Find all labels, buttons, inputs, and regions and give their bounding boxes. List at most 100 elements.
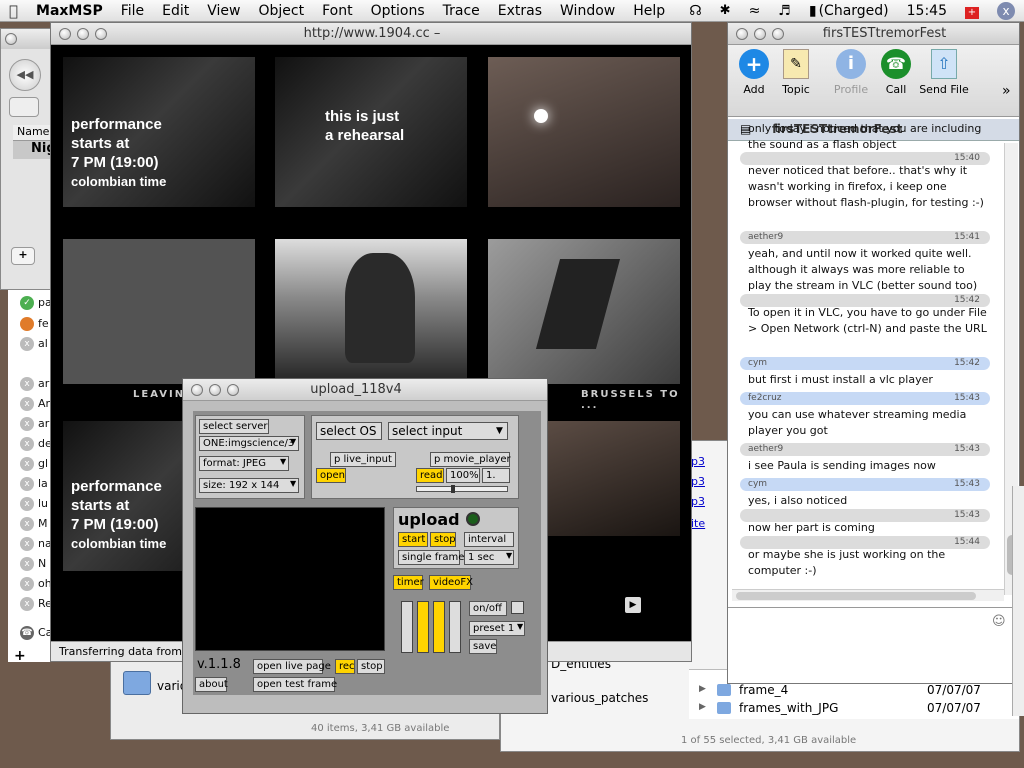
link-item[interactable]: ite — [691, 517, 705, 530]
add-contact-button[interactable]: + — [14, 648, 26, 664]
menu-window[interactable]: Window — [551, 3, 624, 19]
toolbar-overflow-icon[interactable]: » — [1002, 83, 1011, 99]
list-item[interactable]: ar — [38, 377, 49, 390]
menu-help[interactable]: Help — [624, 3, 674, 19]
select-os-button[interactable]: select OS — [316, 422, 382, 440]
format-menu[interactable]: format: JPEG — [199, 456, 289, 471]
link-item[interactable]: p3 — [691, 455, 705, 468]
list-item[interactable]: la — [38, 477, 48, 490]
onoff-toggle[interactable] — [511, 601, 524, 614]
play-button[interactable]: ▶ — [625, 597, 641, 613]
link-item[interactable]: p3 — [691, 475, 705, 488]
disclosure-triangle-icon[interactable]: ▶ — [699, 702, 706, 712]
zoom-button[interactable] — [772, 27, 784, 40]
slider-thumb[interactable] — [451, 485, 455, 493]
video-tile[interactable] — [275, 239, 467, 384]
open-live-page-button[interactable]: open live page — [253, 659, 331, 674]
select-input-menu[interactable]: select input — [388, 422, 508, 440]
stop-button[interactable]: stop — [430, 532, 456, 547]
list-item[interactable]: ar — [38, 417, 49, 430]
minimize-button[interactable] — [209, 383, 221, 396]
file-item[interactable]: various_patches — [551, 691, 648, 705]
close-button[interactable] — [736, 27, 748, 40]
size-menu[interactable]: size: 192 x 144 — [199, 478, 299, 493]
read-button[interactable]: read — [416, 468, 444, 483]
menu-file[interactable]: File — [112, 3, 153, 19]
p-movie-player-object[interactable]: p movie_player — [430, 452, 511, 467]
rate-number[interactable]: 1. — [482, 468, 510, 483]
wifi-icon[interactable]: ≈ — [740, 3, 770, 19]
browser-titlebar[interactable]: http://www.1904.cc – — [51, 23, 691, 45]
topic-button[interactable]: ✎ Topic — [778, 49, 814, 96]
list-item[interactable]: gl — [38, 457, 48, 470]
bluetooth-icon[interactable]: ✱ — [711, 3, 740, 18]
p-live-input-object[interactable]: p live_input — [330, 452, 396, 467]
hscroll-thumb[interactable] — [736, 592, 976, 600]
video-tile[interactable]: performance starts at 7 PM (19:00) colombia… — [63, 57, 255, 207]
playback-slider[interactable] — [416, 485, 508, 493]
list-item[interactable]: Ar — [38, 397, 50, 410]
apple-menu-icon[interactable]:  — [0, 2, 27, 20]
menu-edit[interactable]: Edit — [153, 3, 198, 19]
video-tile[interactable]: this is just a rehearsal — [275, 57, 467, 207]
battery-status[interactable]: (Charged) — [819, 3, 898, 19]
user-icon[interactable]: x — [988, 1, 1024, 20]
add-button[interactable]: + — [11, 247, 35, 265]
table-row[interactable]: ▶ frames_with_JPG 07/07/07 — [689, 700, 989, 718]
close-button[interactable] — [59, 27, 71, 40]
menu-trace[interactable]: Trace — [434, 3, 489, 19]
about-button[interactable]: about — [195, 677, 228, 692]
volume-icon[interactable]: ♬ — [769, 3, 800, 19]
zoom-button[interactable] — [227, 383, 239, 396]
profile-button[interactable]: i Profile — [828, 49, 874, 96]
menu-app-name[interactable]: MaxMSP — [27, 3, 112, 19]
send-file-button[interactable]: ⇧ Send File — [916, 49, 972, 96]
headphones-icon[interactable]: ☊ — [680, 3, 710, 19]
start-button[interactable]: start — [398, 532, 428, 547]
rec-button[interactable]: rec — [335, 659, 355, 674]
zoom-number[interactable]: 100% — [446, 468, 480, 483]
patch-titlebar[interactable]: upload_118v4 — [183, 379, 547, 401]
onoff-button[interactable]: on/off — [469, 601, 507, 616]
menu-object[interactable]: Object — [250, 3, 314, 19]
video-tile[interactable] — [63, 239, 255, 384]
zoom-button[interactable] — [95, 27, 107, 40]
list-item[interactable]: M — [38, 517, 48, 530]
menu-extras[interactable]: Extras — [489, 3, 551, 19]
video-tile[interactable] — [548, 421, 680, 536]
video-tile[interactable] — [488, 57, 680, 207]
close-button[interactable] — [5, 33, 17, 45]
call-button[interactable]: ☎ Call — [878, 49, 914, 96]
open-test-frame-button[interactable]: open test frame — [253, 677, 337, 692]
timer-button[interactable]: timer — [393, 575, 424, 590]
emoticon-icon[interactable]: ☺ — [992, 614, 1006, 629]
back-button[interactable] — [9, 97, 39, 117]
menu-font[interactable]: Font — [313, 3, 361, 19]
disclosure-triangle-icon[interactable]: ▶ — [699, 684, 706, 694]
videofx-button[interactable]: videoFX — [429, 575, 473, 590]
chat-input[interactable]: ☺ — [728, 607, 1019, 683]
video-tile[interactable] — [488, 239, 680, 384]
minimize-button[interactable] — [77, 27, 89, 40]
list-item[interactable]: N — [38, 557, 46, 570]
chat-titlebar[interactable]: firsTESTtremorFest — [728, 23, 1019, 45]
rewind-button[interactable]: ◀◀ — [9, 59, 41, 91]
menu-options[interactable]: Options — [362, 3, 434, 19]
close-button[interactable] — [191, 383, 203, 396]
finder-folder-icon[interactable] — [123, 671, 151, 695]
minimize-button[interactable] — [754, 27, 766, 40]
fader[interactable] — [449, 601, 461, 653]
flag-icon[interactable]: + — [956, 3, 988, 19]
menu-clock[interactable]: 15:45 — [898, 3, 956, 19]
desktop-scrollbar[interactable] — [1012, 486, 1024, 716]
stop-rec-button[interactable]: stop — [357, 659, 385, 674]
save-button[interactable]: save — [469, 639, 497, 654]
link-item[interactable]: p3 — [691, 495, 705, 508]
battery-icon[interactable]: ▮ — [800, 3, 819, 19]
add-button[interactable]: + Add — [736, 49, 772, 96]
menu-view[interactable]: View — [198, 3, 249, 19]
fader[interactable] — [433, 601, 445, 653]
single-frame-button[interactable]: single frame — [398, 550, 464, 565]
list-item[interactable]: al — [38, 337, 48, 350]
select-server-button[interactable]: select server — [199, 419, 269, 434]
